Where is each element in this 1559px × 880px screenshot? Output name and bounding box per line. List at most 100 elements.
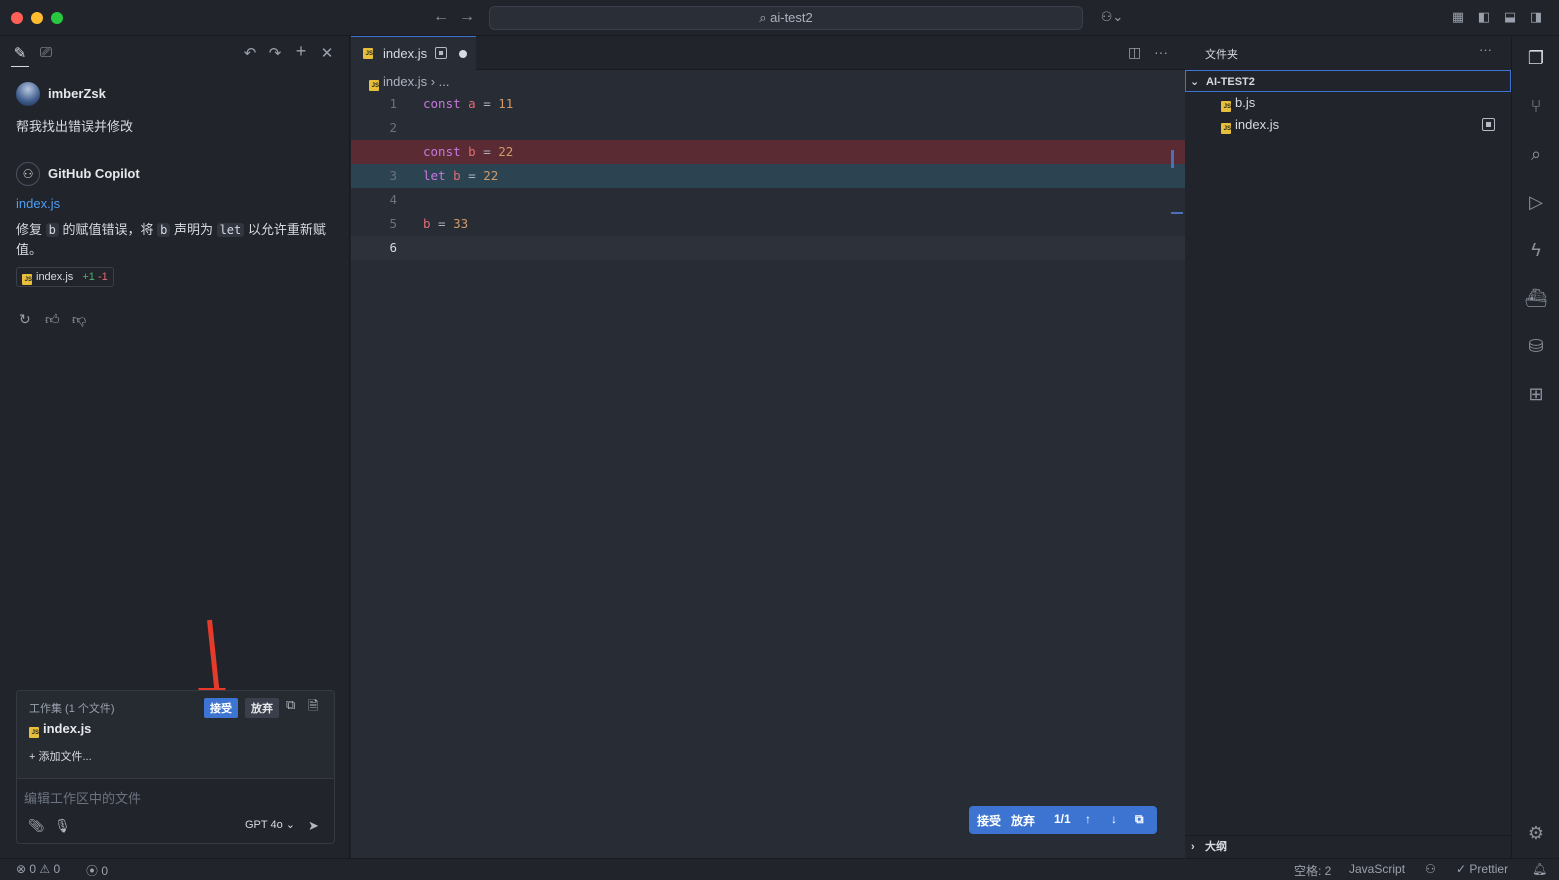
- split-editor-icon[interactable]: ◫: [1128, 44, 1141, 61]
- activity-bar: ❐ ⑂ ⌕ ▷ ϟ ⛴ ⛁ ⊞ ⚙: [1511, 36, 1559, 858]
- toggle-panel-icon[interactable]: ⬓: [1502, 9, 1518, 25]
- chat-tab-icon[interactable]: ⎚: [37, 44, 55, 61]
- add-files-button[interactable]: + 添加文件...: [29, 748, 92, 764]
- thumbs-up-icon[interactable]: 👍︎: [45, 311, 60, 328]
- preview-icon[interactable]: [435, 47, 447, 59]
- editor-area: JS index.js ◫ ··· JS index.js › ... 1 cons…: [351, 36, 1185, 858]
- working-set-header: 工作集 (1 个文件) 接受 放弃 ⧉ 🗎︎ JS index.js + 添加文件…: [17, 691, 334, 779]
- inline-diff-toolbar: 接受 放弃 1/1 ↑ ↓ ⧉: [969, 806, 1157, 834]
- working-set: 工作集 (1 个文件) 接受 放弃 ⧉ 🗎︎ JS index.js + 添加文件…: [16, 690, 335, 844]
- diff-accept-button[interactable]: 接受: [977, 812, 1001, 829]
- thumbs-down-icon[interactable]: 👎︎: [72, 311, 86, 328]
- gear-icon[interactable]: ⚙: [1524, 821, 1548, 845]
- bell-icon[interactable]: 🔔︎: [1532, 862, 1547, 876]
- next-change-icon[interactable]: ↓: [1111, 812, 1117, 826]
- file-link[interactable]: index.js: [16, 196, 60, 211]
- assistant-explanation: 修复 b 的赋值错误，将 b 声明为 let 以允许重新赋值。: [16, 222, 326, 257]
- run-debug-icon[interactable]: ▷: [1524, 190, 1548, 214]
- docker-icon[interactable]: ⛴: [1524, 286, 1548, 310]
- more-actions-icon[interactable]: ···: [1154, 44, 1168, 60]
- code-line-removed: const b = 22: [351, 140, 1185, 164]
- view-all-edits-icon[interactable]: ⧉: [286, 697, 295, 713]
- folder-root[interactable]: ⌄ AI-TEST2: [1185, 70, 1511, 92]
- changed-file-chip[interactable]: JS index.js +1 -1: [16, 267, 114, 287]
- source-control-icon[interactable]: ⑂: [1524, 94, 1548, 118]
- prettier-indicator[interactable]: ✓ Prettier: [1456, 862, 1508, 876]
- more-actions-icon[interactable]: ···: [1479, 42, 1492, 57]
- working-set-file[interactable]: JS index.js: [29, 721, 91, 738]
- chat-toolbar: ✎ ⎚ ↶ ↷ + ✕: [0, 36, 349, 70]
- retry-icon[interactable]: ↻: [19, 311, 31, 328]
- explorer-panel: 文件夹 ··· ⌄ AI-TEST2 JS b.js JS index.js › 大纲: [1185, 36, 1511, 858]
- save-all-icon[interactable]: 🗎︎: [308, 697, 318, 719]
- redo-icon[interactable]: ↷: [266, 44, 284, 62]
- explorer-title: 文件夹: [1205, 49, 1238, 61]
- copilot-status-icon[interactable]: ⚇: [1425, 862, 1436, 876]
- attach-icon[interactable]: 📎︎: [28, 818, 45, 834]
- zoom-window-button[interactable]: [51, 12, 63, 24]
- toggle-secondary-sidebar-icon[interactable]: ◨: [1528, 9, 1544, 25]
- back-arrow-icon[interactable]: ←: [433, 8, 449, 26]
- editor-tab-bar: JS index.js ◫ ···: [351, 36, 1185, 70]
- forward-arrow-icon[interactable]: →: [459, 8, 475, 26]
- diff-counter: 1/1: [1054, 812, 1071, 826]
- scrollbar-cursor-marker: [1171, 212, 1183, 214]
- tab-index-js[interactable]: JS index.js: [351, 36, 476, 70]
- close-icon[interactable]: ✕: [318, 44, 336, 62]
- breadcrumb[interactable]: JS index.js › ...: [369, 74, 449, 91]
- chat-input[interactable]: 编辑工作区中的文件: [24, 788, 141, 807]
- ports-indicator[interactable]: ⦿ 0: [86, 862, 108, 879]
- copilot-icon: ⚇: [16, 162, 40, 186]
- copilot-menu-icon[interactable]: ⚇⌄: [1097, 9, 1127, 25]
- user-message: 帮我找出错误并修改: [16, 119, 134, 134]
- unsaved-dot-icon[interactable]: [459, 50, 467, 58]
- diff-discard-button[interactable]: 放弃: [1011, 812, 1035, 829]
- toggle-primary-sidebar-icon[interactable]: ◧: [1476, 9, 1492, 25]
- lightning-icon[interactable]: ϟ: [1524, 238, 1548, 262]
- discard-button[interactable]: 放弃: [245, 698, 279, 718]
- js-file-icon: JS: [29, 727, 39, 738]
- file-item-index-js[interactable]: JS index.js: [1221, 117, 1279, 134]
- js-file-icon: JS: [1221, 101, 1231, 112]
- extensions-icon[interactable]: ⊞: [1524, 382, 1548, 406]
- js-file-icon: JS: [1221, 123, 1231, 134]
- problems-indicator[interactable]: ⊗ 0 ⚠ 0: [16, 862, 60, 876]
- avatar: [16, 82, 40, 106]
- explorer-icon[interactable]: ❐: [1524, 46, 1548, 70]
- user-name: imberZsk: [48, 86, 106, 101]
- previous-change-icon[interactable]: ↑: [1085, 812, 1091, 826]
- search-icon[interactable]: ⌕: [1524, 142, 1548, 166]
- database-icon[interactable]: ⛁: [1524, 334, 1548, 358]
- indentation-indicator[interactable]: 空格: 2: [1294, 862, 1331, 879]
- file-item-b-js[interactable]: JS b.js: [1221, 95, 1255, 112]
- js-file-icon: JS: [22, 274, 32, 285]
- title-bar: ← → ⌕ ai-test2 ⚇⌄ ▦ ◧ ⬓ ◨: [0, 0, 1559, 36]
- command-center-search[interactable]: ⌕ ai-test2: [489, 6, 1083, 30]
- working-set-title: 工作集 (1 个文件): [29, 703, 115, 715]
- minimize-window-button[interactable]: [31, 12, 43, 24]
- copilot-chat-panel: ✎ ⎚ ↶ ↷ + ✕ imberZsk 帮我找出错误并修改 ⚇ GitHub …: [0, 36, 350, 858]
- outline-section[interactable]: › 大纲: [1185, 835, 1511, 857]
- model-picker[interactable]: GPT 4o ⌄: [245, 818, 295, 831]
- annotation-arrow-shaft: [207, 619, 220, 696]
- copilot-edits-tab-icon[interactable]: ✎: [11, 44, 29, 67]
- language-indicator[interactable]: JavaScript: [1349, 862, 1405, 876]
- code-line: 4: [389, 192, 397, 207]
- code-line: 1 const a = 11: [389, 96, 514, 111]
- undo-icon[interactable]: ↶: [241, 44, 259, 62]
- code-line-current: 6: [351, 236, 1185, 260]
- new-session-icon[interactable]: +: [292, 41, 310, 62]
- accept-button[interactable]: 接受: [204, 698, 238, 718]
- customize-layout-icon[interactable]: ▦: [1450, 9, 1466, 25]
- chevron-right-icon: ›: [1191, 841, 1195, 853]
- code-line: 5b = 33: [389, 216, 469, 231]
- open-diff-icon[interactable]: ⧉: [1135, 812, 1144, 827]
- code-line-added: 3 let b = 22: [351, 164, 1185, 188]
- code-line: 2: [389, 120, 397, 135]
- close-window-button[interactable]: [11, 12, 23, 24]
- microphone-icon[interactable]: 🎙︎: [54, 818, 71, 834]
- scrollbar-diff-marker: [1171, 150, 1174, 168]
- preview-icon[interactable]: [1482, 118, 1495, 131]
- send-icon[interactable]: ➤: [308, 818, 319, 834]
- js-file-icon: JS: [363, 48, 373, 59]
